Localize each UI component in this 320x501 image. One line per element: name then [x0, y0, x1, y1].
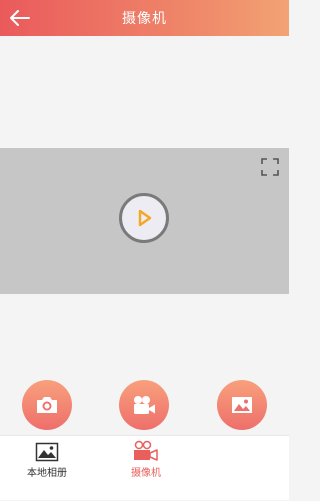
- tab-local-album[interactable]: 本地相册: [12, 436, 82, 501]
- video-player[interactable]: [0, 148, 289, 294]
- fullscreen-icon: [261, 158, 279, 176]
- image-icon: [232, 397, 252, 413]
- snapshot-button[interactable]: [22, 380, 72, 430]
- page-title: 摄像机: [122, 11, 167, 27]
- bottom-tab-bar: 本地相册 摄像机: [0, 435, 289, 500]
- album-button[interactable]: [217, 380, 267, 430]
- back-button[interactable]: [8, 7, 32, 29]
- header-bar: 摄像机: [0, 0, 289, 36]
- action-buttons: [0, 380, 289, 430]
- record-button[interactable]: [119, 380, 169, 430]
- camera-icon: [37, 397, 57, 413]
- arrow-left-icon: [10, 10, 30, 26]
- tab-local-album-label: 本地相册: [27, 468, 67, 479]
- tab-camera-label: 摄像机: [131, 468, 161, 479]
- video-camera-icon: [134, 396, 155, 414]
- gallery-icon: [35, 442, 59, 462]
- tab-camera[interactable]: 摄像机: [111, 436, 181, 501]
- camera-device-icon: [134, 440, 158, 461]
- play-button[interactable]: [119, 193, 169, 243]
- fullscreen-button[interactable]: [261, 158, 279, 176]
- play-icon: [138, 209, 152, 227]
